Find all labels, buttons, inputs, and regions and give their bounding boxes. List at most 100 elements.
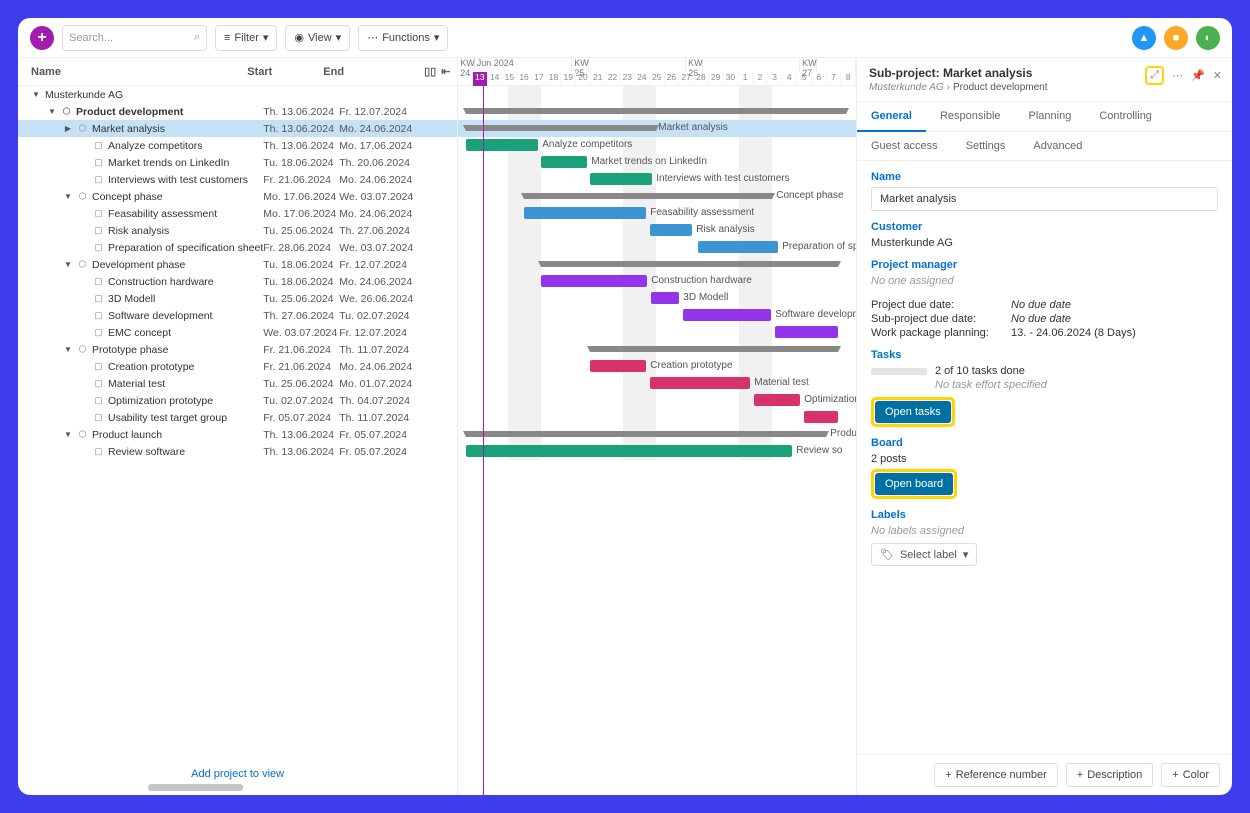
task-bar[interactable] bbox=[683, 309, 771, 321]
help-icon[interactable]: ■ bbox=[1164, 26, 1188, 50]
task-bar[interactable] bbox=[590, 173, 652, 185]
gantt-row[interactable] bbox=[458, 103, 856, 120]
task-bar[interactable] bbox=[466, 139, 538, 151]
task-bar[interactable] bbox=[524, 207, 646, 219]
tree-row[interactable]: ▼⬡Concept phaseMo. 17.06.2024We. 03.07.2… bbox=[18, 188, 457, 205]
panel-tab[interactable]: Responsible bbox=[926, 102, 1015, 131]
panel-tab[interactable]: Planning bbox=[1015, 102, 1086, 131]
tree-row[interactable]: ▢Analyze competitorsTh. 13.06.2024Mo. 17… bbox=[18, 137, 457, 154]
gantt-row[interactable]: 3D Modell bbox=[458, 290, 856, 307]
gantt-row[interactable]: Market analysis bbox=[458, 120, 856, 137]
gantt-row[interactable] bbox=[458, 324, 856, 341]
tree-row[interactable]: ▢Software developmentTh. 27.06.2024Tu. 0… bbox=[18, 307, 457, 324]
tree-row[interactable]: ▶⬡Market analysisTh. 13.06.2024Mo. 24.06… bbox=[18, 120, 457, 137]
task-bar[interactable] bbox=[775, 326, 838, 338]
pin-icon[interactable]: 📌 bbox=[1191, 69, 1205, 82]
task-bar[interactable] bbox=[698, 241, 778, 253]
gantt-row[interactable] bbox=[458, 341, 856, 358]
tree-row[interactable]: ▢Usability test target groupFr. 05.07.20… bbox=[18, 409, 457, 426]
summary-bar[interactable] bbox=[590, 346, 838, 352]
col-name[interactable]: Name bbox=[18, 66, 247, 78]
gantt-row[interactable]: Material test bbox=[458, 375, 856, 392]
gantt-row[interactable]: Construction hardware bbox=[458, 273, 856, 290]
caret-icon[interactable]: ▼ bbox=[63, 260, 73, 269]
add-button[interactable]: + bbox=[30, 26, 54, 50]
scrollbar[interactable] bbox=[148, 784, 243, 791]
open-tasks-button[interactable]: Open tasks bbox=[875, 401, 951, 423]
search-input[interactable]: Search... ⌕ bbox=[62, 25, 207, 51]
gantt-row[interactable] bbox=[458, 256, 856, 273]
task-bar[interactable] bbox=[541, 156, 587, 168]
task-bar[interactable] bbox=[651, 292, 679, 304]
caret-icon[interactable]: ▶ bbox=[63, 124, 73, 133]
gantt-row[interactable]: Review so bbox=[458, 443, 856, 460]
tree-row[interactable]: ▢Construction hardwareTu. 18.06.2024Mo. … bbox=[18, 273, 457, 290]
tree-row[interactable]: ▢Optimization prototypeTu. 02.07.2024Th.… bbox=[18, 392, 457, 409]
gantt-row[interactable]: Optimization bbox=[458, 392, 856, 409]
color-button[interactable]: +Color bbox=[1161, 763, 1220, 787]
task-bar[interactable] bbox=[541, 275, 647, 287]
tree-row[interactable]: ▼⬡Product developmentTh. 13.06.2024Fr. 1… bbox=[18, 103, 457, 120]
gantt-chart[interactable]: KW 24Jun 2024KW 25KW 26KW 27 13141516171… bbox=[458, 58, 856, 795]
expand-icon[interactable]: ⤢ bbox=[1145, 66, 1164, 85]
gantt-row[interactable]: Creation prototype bbox=[458, 358, 856, 375]
summary-bar[interactable] bbox=[466, 108, 846, 114]
columns-icon[interactable]: ▯▯ bbox=[424, 65, 436, 78]
tree-row[interactable]: ▼⬡Prototype phaseFr. 21.06.2024Th. 11.07… bbox=[18, 341, 457, 358]
gantt-row[interactable]: Risk analysis bbox=[458, 222, 856, 239]
tree-row[interactable]: ▢Preparation of specification sheetFr. 2… bbox=[18, 239, 457, 256]
panel-subtab[interactable]: Settings bbox=[952, 132, 1020, 160]
tree-row[interactable]: ▢EMC conceptWe. 03.07.2024Fr. 12.07.2024 bbox=[18, 324, 457, 341]
tree-row[interactable]: ▢Risk analysisTu. 25.06.2024Th. 27.06.20… bbox=[18, 222, 457, 239]
task-bar[interactable] bbox=[804, 411, 838, 423]
task-bar[interactable] bbox=[590, 360, 646, 372]
gantt-row[interactable]: Analyze competitors bbox=[458, 137, 856, 154]
gantt-row[interactable]: Interviews with test customers bbox=[458, 171, 856, 188]
functions-button[interactable]: ⋯ Functions ▾ bbox=[358, 25, 448, 51]
tree-row[interactable]: ▢Market trends on LinkedInTu. 18.06.2024… bbox=[18, 154, 457, 171]
tree-row[interactable]: ▢3D ModellTu. 25.06.2024We. 26.06.2024 bbox=[18, 290, 457, 307]
col-start[interactable]: Start bbox=[247, 66, 323, 78]
gantt-row[interactable]: Market trends on LinkedIn bbox=[458, 154, 856, 171]
task-bar[interactable] bbox=[650, 377, 750, 389]
panel-tab[interactable]: General bbox=[857, 102, 926, 132]
caret-icon[interactable]: ▼ bbox=[63, 192, 73, 201]
tree-row[interactable]: ▢Interviews with test customersFr. 21.06… bbox=[18, 171, 457, 188]
tree-row[interactable]: ▢Feasability assessmentMo. 17.06.2024Mo.… bbox=[18, 205, 457, 222]
gantt-row[interactable]: Preparation of sp bbox=[458, 239, 856, 256]
collapse-icon[interactable]: ⇤ bbox=[441, 65, 450, 78]
panel-subtab[interactable]: Guest access bbox=[857, 132, 952, 160]
task-bar[interactable] bbox=[650, 224, 692, 236]
summary-bar[interactable] bbox=[524, 193, 772, 199]
caret-icon[interactable]: ▼ bbox=[63, 345, 73, 354]
tree-row[interactable]: ▼⬡Product launchTh. 13.06.2024Fr. 05.07.… bbox=[18, 426, 457, 443]
tree-row[interactable]: ▢Material testTu. 25.06.2024Mo. 01.07.20… bbox=[18, 375, 457, 392]
tree-row[interactable]: ▢Creation prototypeFr. 21.06.2024Mo. 24.… bbox=[18, 358, 457, 375]
col-end[interactable]: End bbox=[323, 66, 417, 78]
tree-row[interactable]: ▢Review softwareTh. 13.06.2024Fr. 05.07.… bbox=[18, 443, 457, 460]
filter-button[interactable]: ≡ Filter ▾ bbox=[215, 25, 277, 51]
gantt-row[interactable]: Product la bbox=[458, 426, 856, 443]
tree-row[interactable]: ▼Musterkunde AG bbox=[18, 86, 457, 103]
caret-icon[interactable]: ▼ bbox=[47, 107, 57, 116]
task-bar[interactable] bbox=[466, 445, 792, 457]
more-icon[interactable]: ⋯ bbox=[1172, 69, 1183, 82]
view-button[interactable]: ◉ View ▾ bbox=[285, 25, 350, 51]
reference-number-button[interactable]: +Reference number bbox=[934, 763, 1058, 787]
gantt-row[interactable] bbox=[458, 409, 856, 426]
gantt-row[interactable] bbox=[458, 86, 856, 103]
summary-bar[interactable] bbox=[466, 431, 826, 437]
name-field[interactable]: Market analysis bbox=[871, 187, 1218, 211]
description-button[interactable]: +Description bbox=[1066, 763, 1153, 787]
open-board-button[interactable]: Open board bbox=[875, 473, 953, 495]
gantt-row[interactable]: Software development bbox=[458, 307, 856, 324]
select-label-button[interactable]: 🏷 Select label ▾ bbox=[871, 543, 977, 566]
close-icon[interactable]: ✕ bbox=[1213, 69, 1222, 82]
summary-bar[interactable] bbox=[466, 125, 656, 131]
panel-tab[interactable]: Controlling bbox=[1085, 102, 1166, 131]
summary-bar[interactable] bbox=[541, 261, 838, 267]
caret-icon[interactable]: ▼ bbox=[31, 90, 41, 99]
status-icon[interactable]: ◐ bbox=[1196, 26, 1220, 50]
notifications-icon[interactable]: ▲ bbox=[1132, 26, 1156, 50]
panel-subtab[interactable]: Advanced bbox=[1019, 132, 1096, 160]
